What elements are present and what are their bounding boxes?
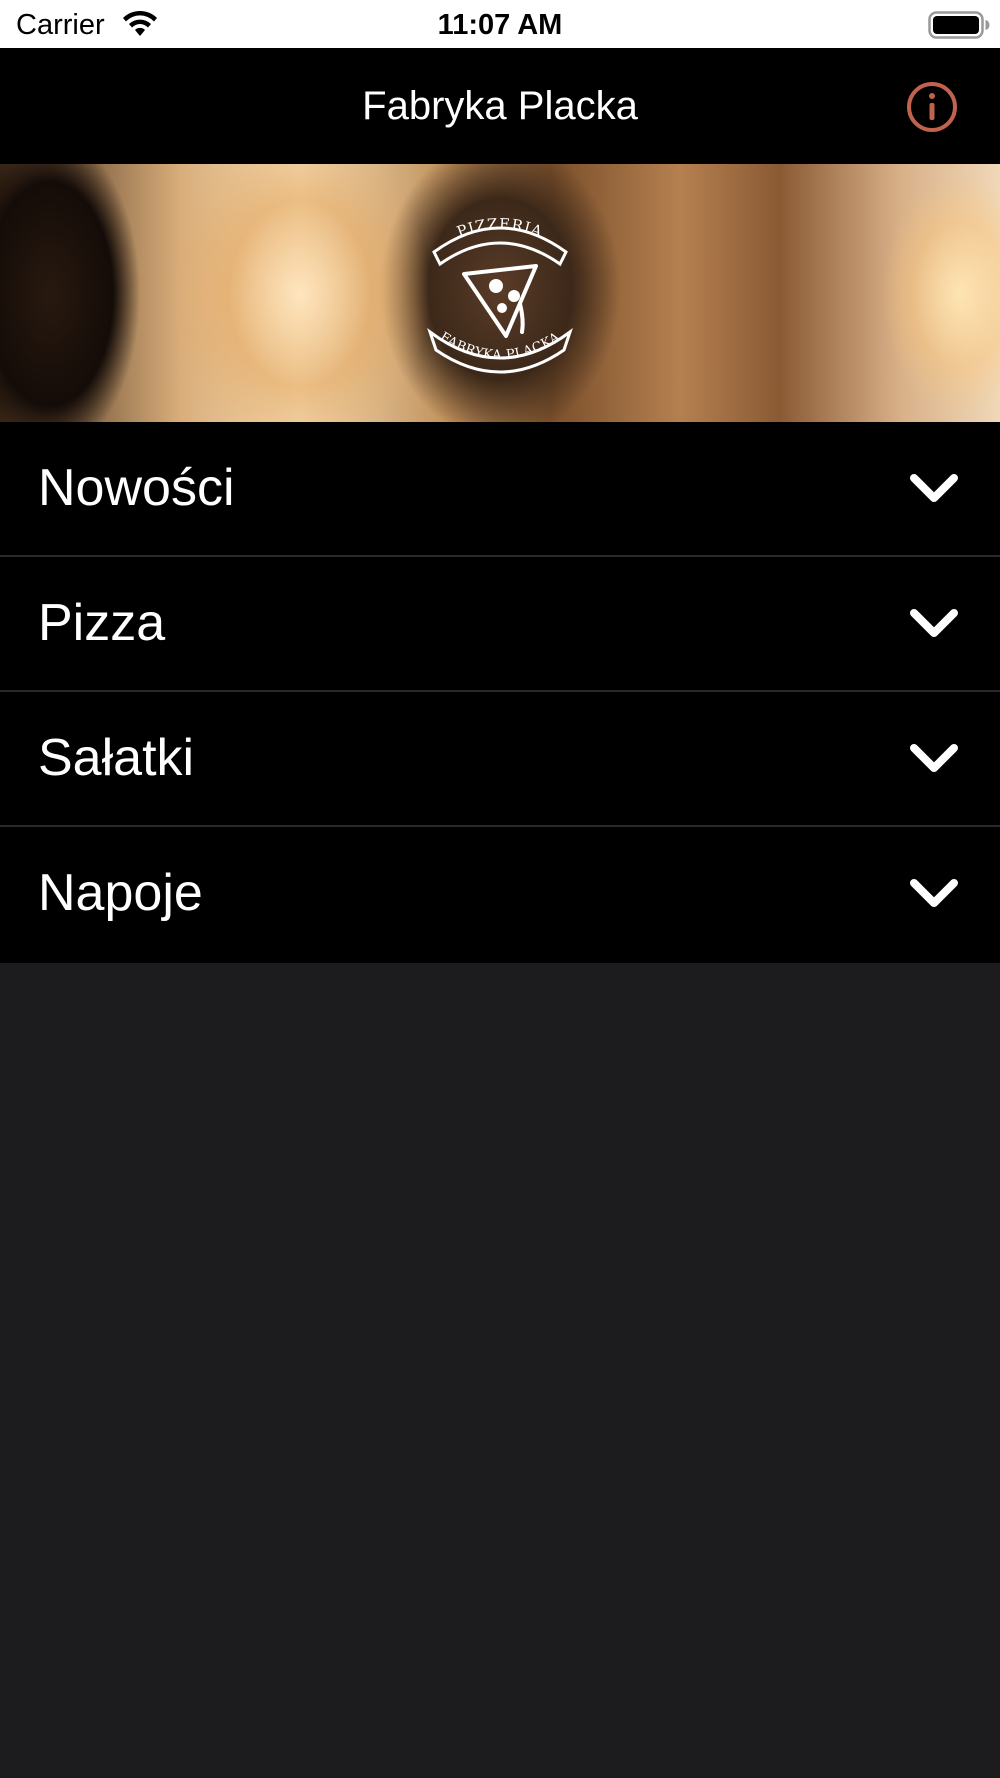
- menu-category-label: Pizza: [38, 594, 166, 652]
- logo-text-bottom: FABRYKA PLACKA: [437, 330, 562, 364]
- menu-category-napoje[interactable]: Napoje: [0, 827, 1000, 963]
- chevron-down-icon[interactable]: [908, 740, 960, 778]
- menu-category-label: Sałatki: [38, 729, 195, 787]
- logo-text-top: PIZZERIA: [454, 215, 544, 241]
- status-time: 11:07 AM: [437, 9, 563, 41]
- chevron-down-icon[interactable]: [908, 875, 960, 913]
- nav-title: Fabryka Placka: [362, 84, 638, 128]
- menu-category-pizza[interactable]: Pizza: [0, 557, 1000, 692]
- navigation-bar: Fabryka Placka: [0, 48, 1000, 164]
- svg-text:PIZZERIA: PIZZERIA: [454, 215, 545, 241]
- menu-category-nowosci[interactable]: Nowości: [0, 422, 1000, 557]
- menu-category-label: Nowości: [38, 459, 235, 517]
- menu-category-list: Nowości Pizza Sałatki Napoje: [0, 422, 1000, 963]
- chevron-down-icon[interactable]: [908, 470, 960, 508]
- header-banner-image: PIZZERIA FABRYKA PLACKA: [0, 164, 1000, 422]
- svg-text:FABRYKA PLACKA: FABRYKA PLACKA: [437, 330, 563, 364]
- status-bar: Carrier 11:07 AM: [0, 0, 1000, 48]
- menu-category-salatki[interactable]: Sałatki: [0, 692, 1000, 827]
- chevron-down-icon[interactable]: [908, 605, 960, 643]
- pizzeria-logo: PIZZERIA FABRYKA PLACKA: [427, 215, 573, 374]
- info-icon[interactable]: [906, 81, 958, 133]
- battery-icon: [928, 11, 990, 39]
- menu-category-label: Napoje: [38, 864, 203, 922]
